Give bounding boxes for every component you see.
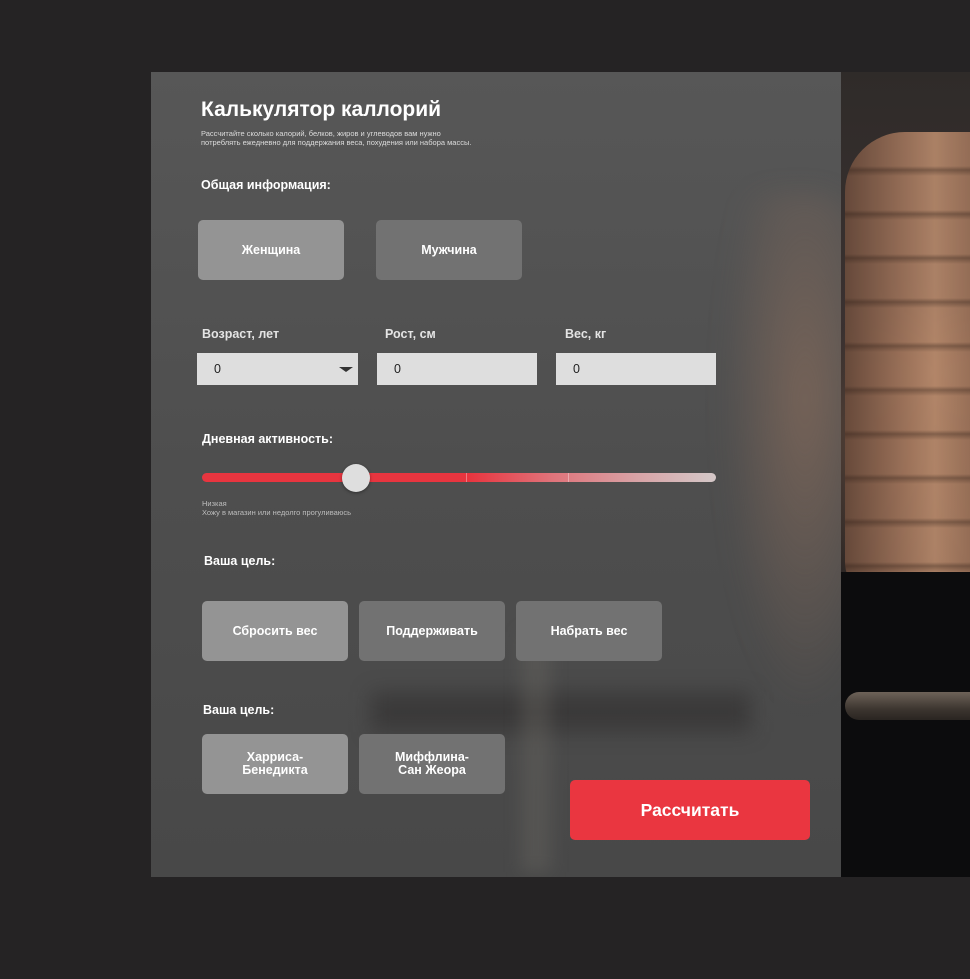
age-select[interactable]: 0 bbox=[197, 353, 358, 385]
activity-caption: Низкая Хожу в магазин или недолго прогул… bbox=[202, 499, 351, 517]
slider-tick bbox=[568, 473, 569, 482]
formula-label: Ваша цель: bbox=[203, 703, 275, 717]
activity-label: Дневная активность: bbox=[202, 432, 333, 446]
height-label: Рост, см bbox=[385, 327, 436, 341]
athlete-torso bbox=[845, 132, 970, 602]
gender-male-button[interactable]: Мужчина bbox=[376, 220, 522, 280]
slider-tick bbox=[466, 473, 467, 482]
page-title: Калькулятор каллорий bbox=[201, 98, 442, 121]
formula-button-label: Миффлина- Сан Жеора bbox=[395, 751, 469, 777]
height-input[interactable]: 0 bbox=[377, 353, 537, 385]
blurred-background-bar bbox=[371, 692, 751, 732]
calculate-button[interactable]: Рассчитать bbox=[570, 780, 810, 840]
weight-label: Вес, кг bbox=[565, 327, 607, 341]
formula-harris-benedict-button[interactable]: Харриса- Бенедикта bbox=[202, 734, 348, 794]
age-value: 0 bbox=[214, 362, 221, 376]
weight-input[interactable]: 0 bbox=[556, 353, 716, 385]
formula-button-label: Харриса- Бенедикта bbox=[242, 751, 307, 777]
gender-female-button[interactable]: Женщина bbox=[198, 220, 344, 280]
activity-level-name: Низкая bbox=[202, 499, 227, 508]
subtitle-line-1: Рассчитайте сколько калорий, белков, жир… bbox=[201, 129, 441, 138]
chevron-down-icon[interactable] bbox=[339, 367, 353, 372]
formula-label-line-2: Бенедикта bbox=[242, 763, 308, 777]
activity-level-description: Хожу в магазин или недолго прогуливаюсь bbox=[202, 508, 352, 517]
goal-lose-weight-button[interactable]: Сбросить вес bbox=[202, 601, 348, 661]
general-info-label: Общая информация: bbox=[201, 178, 331, 192]
blurred-background-figure bbox=[721, 192, 841, 712]
weight-value: 0 bbox=[573, 362, 580, 376]
formula-label-line-1: Миффлина- bbox=[395, 750, 469, 764]
height-value: 0 bbox=[394, 362, 401, 376]
goal-label: Ваша цель: bbox=[204, 554, 276, 568]
goal-gain-weight-button[interactable]: Набрать вес bbox=[516, 601, 662, 661]
age-label: Возраст, лет bbox=[202, 327, 280, 341]
subtitle-line-2: потреблять ежедневно для поддержания вес… bbox=[201, 138, 472, 147]
goal-maintain-button[interactable]: Поддерживать bbox=[359, 601, 505, 661]
activity-slider-thumb[interactable] bbox=[342, 464, 371, 492]
calculator-panel: Калькулятор каллорий Рассчитайте сколько… bbox=[151, 72, 841, 877]
formula-label-line-2: Сан Жеора bbox=[398, 763, 466, 777]
formula-mifflin-st-jeor-button[interactable]: Миффлина- Сан Жеора bbox=[359, 734, 505, 794]
activity-slider[interactable] bbox=[202, 473, 716, 482]
blurred-background-post bbox=[521, 632, 551, 872]
formula-label-line-1: Харриса- bbox=[246, 750, 304, 764]
page-subtitle: Рассчитайте сколько калорий, белков, жир… bbox=[201, 129, 561, 147]
athlete-shorts bbox=[840, 572, 970, 877]
barbell bbox=[845, 692, 970, 720]
